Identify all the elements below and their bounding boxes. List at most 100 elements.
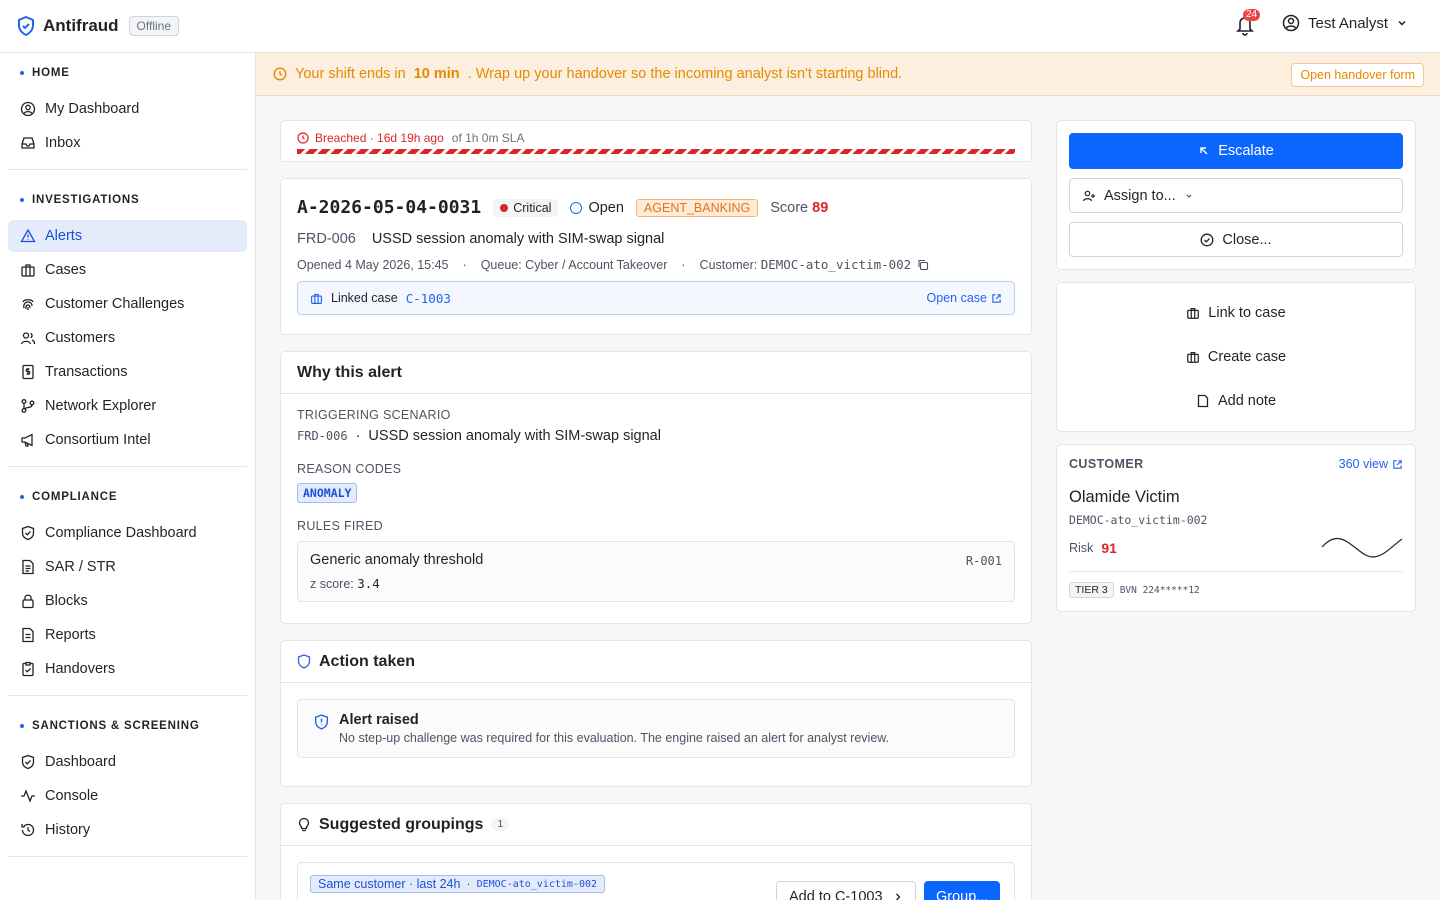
rule-z-score: z score: 3.4 bbox=[310, 576, 380, 591]
user-menu[interactable]: Test Analyst bbox=[1282, 14, 1408, 32]
sidebar-item-label: My Dashboard bbox=[45, 101, 140, 117]
brand[interactable]: Antifraud Offline bbox=[0, 16, 180, 36]
sidebar-item-inbox[interactable]: Inbox bbox=[8, 127, 247, 159]
shield-check-icon bbox=[20, 525, 36, 541]
alert-triangle-icon bbox=[20, 228, 36, 244]
sla-card: Breached · 16d 19h ago of 1h 0m SLA bbox=[280, 120, 1032, 162]
sidebar-section-title: INVESTIGATIONS bbox=[8, 180, 247, 220]
sidebar-item-label: Compliance Dashboard bbox=[45, 525, 197, 541]
sidebar-item-reports[interactable]: Reports bbox=[8, 619, 247, 651]
sidebar-item-label: Reports bbox=[45, 627, 96, 643]
users-icon bbox=[20, 330, 36, 346]
alert-raised-title: Alert raised bbox=[339, 712, 419, 728]
sidebar-section-title: HOME bbox=[8, 53, 247, 93]
rule-id: R-001 bbox=[965, 554, 1002, 568]
file-icon bbox=[20, 627, 36, 643]
app-title: Antifraud bbox=[43, 16, 119, 35]
sidebar-item-label: Customers bbox=[45, 330, 116, 346]
clock-icon bbox=[297, 132, 309, 144]
sidebar-item-network-explorer[interactable]: Network Explorer bbox=[8, 390, 247, 422]
sidebar-section-investigations: INVESTIGATIONS Alerts Cases Customer Cha… bbox=[0, 180, 255, 456]
sidebar-item-transactions[interactable]: Transactions bbox=[8, 356, 247, 388]
scenario-code: FRD-006 bbox=[297, 231, 356, 247]
fingerprint-icon bbox=[20, 296, 36, 312]
status-indicator: Open bbox=[570, 200, 624, 216]
customer-card: CUSTOMER 360 view Olamide Victim DEMOC-a… bbox=[1056, 444, 1416, 612]
group-button[interactable]: Group... bbox=[924, 881, 1001, 900]
risk-sparkline bbox=[1321, 537, 1403, 558]
linked-case-label: Linked case bbox=[331, 291, 398, 305]
tier-badge: TIER 3 bbox=[1069, 582, 1114, 598]
customer-name[interactable]: Olamide Victim bbox=[1069, 488, 1403, 507]
scenario-title: USSD session anomaly with SIM-swap signa… bbox=[368, 428, 661, 444]
rule-item: Generic anomaly threshold R-001 z score:… bbox=[297, 541, 1015, 602]
sidebar-item-sar-str[interactable]: SAR / STR bbox=[8, 551, 247, 583]
sidebar-item-history[interactable]: History bbox=[8, 814, 247, 846]
sidebar-section-title: SANCTIONS & SCREENING bbox=[8, 706, 247, 746]
clock-icon bbox=[273, 67, 287, 81]
sidebar-item-customers[interactable]: Customers bbox=[8, 322, 247, 354]
sidebar-item-label: Handovers bbox=[45, 661, 116, 677]
sidebar-item-label: Dashboard bbox=[45, 754, 116, 770]
chevron-right-icon bbox=[895, 893, 900, 900]
sidebar-item-my-dashboard[interactable]: My Dashboard bbox=[8, 93, 247, 125]
close-alert-button[interactable]: Close... bbox=[1069, 222, 1403, 257]
sidebar-item-blocks[interactable]: Blocks bbox=[8, 585, 247, 617]
sidebar-item-console[interactable]: Console bbox=[8, 780, 247, 812]
shield-logo-icon bbox=[17, 16, 35, 36]
sidebar-item-label: Alerts bbox=[45, 228, 83, 244]
severity-badge: Critical bbox=[493, 198, 559, 217]
sla-target: of 1h 0m SLA bbox=[451, 131, 525, 145]
create-case-button[interactable]: Create case bbox=[1057, 335, 1415, 379]
sidebar-item-label: SAR / STR bbox=[45, 559, 116, 575]
clipboard-check-icon bbox=[20, 661, 36, 677]
360-view-link[interactable]: 360 view bbox=[1339, 457, 1403, 471]
customer-ref: Customer: DEMOC-ato_victim-002 bbox=[699, 257, 912, 272]
alert-id: A-2026-05-04-0031 bbox=[297, 197, 482, 218]
connection-status-badge: Offline bbox=[128, 16, 180, 36]
sidebar-item-sanctions-dashboard[interactable]: Dashboard bbox=[8, 746, 247, 778]
add-note-button[interactable]: Add note bbox=[1057, 379, 1415, 423]
open-handover-form-button[interactable]: Open handover form bbox=[1291, 63, 1424, 87]
sidebar-item-handovers[interactable]: Handovers bbox=[8, 653, 247, 685]
triggering-scenario-label: TRIGGERING SCENARIO bbox=[297, 408, 451, 422]
open-circle-icon bbox=[570, 201, 583, 214]
escalate-button[interactable]: Escalate bbox=[1069, 133, 1403, 169]
alert-summary-card: A-2026-05-04-0031 Critical Open AGENT_BA… bbox=[280, 178, 1032, 335]
bvn: BVN 224*****12 bbox=[1119, 584, 1200, 596]
copy-icon[interactable] bbox=[917, 259, 929, 271]
sidebar-item-label: Consortium Intel bbox=[45, 432, 151, 448]
sidebar-item-consortium-intel[interactable]: Consortium Intel bbox=[8, 424, 247, 456]
sidebar-item-compliance-dashboard[interactable]: Compliance Dashboard bbox=[8, 517, 247, 549]
banner-text-after: . Wrap up your handover so the incoming … bbox=[467, 66, 903, 82]
linked-case-id[interactable]: C-1003 bbox=[406, 291, 451, 306]
receipt-icon bbox=[20, 364, 36, 380]
sidebar-item-customer-challenges[interactable]: Customer Challenges bbox=[8, 288, 247, 320]
sidebar-item-label: Blocks bbox=[45, 593, 88, 609]
action-taken-card: Action taken Alert raised No step-up cha… bbox=[280, 640, 1032, 787]
primary-actions-card: Escalate Assign to... Close... bbox=[1056, 120, 1416, 270]
note-icon bbox=[1197, 394, 1209, 408]
open-case-link[interactable]: Open case bbox=[927, 291, 1002, 305]
sidebar-item-label: Transactions bbox=[45, 364, 128, 380]
user-circle-icon bbox=[1282, 14, 1300, 32]
external-link-icon bbox=[1393, 459, 1402, 469]
scenario-title: USSD session anomaly with SIM-swap signa… bbox=[371, 231, 665, 247]
briefcase-icon bbox=[310, 292, 323, 305]
sla-status: Breached · 16d 19h ago bbox=[315, 131, 444, 145]
chevron-down-icon bbox=[1186, 194, 1192, 198]
add-to-case-button[interactable]: Add to C-1003 bbox=[776, 881, 916, 900]
reason-code-badge: ANOMALY bbox=[297, 483, 358, 503]
briefcase-icon bbox=[20, 262, 36, 278]
rules-fired-label: RULES FIRED bbox=[297, 519, 383, 533]
card-title: Why this alert bbox=[281, 352, 1031, 394]
grouping-chip: Same customer · last 24h · DEMOC-ato_victi… bbox=[310, 875, 606, 893]
sidebar-section-sanctions: SANCTIONS & SCREENING Dashboard Console … bbox=[0, 706, 255, 846]
sidebar-item-alerts[interactable]: Alerts bbox=[8, 220, 247, 252]
sidebar-divider bbox=[8, 169, 247, 170]
assign-to-dropdown[interactable]: Assign to... bbox=[1069, 178, 1403, 213]
card-title: Action taken bbox=[319, 652, 416, 670]
sidebar-item-cases[interactable]: Cases bbox=[8, 254, 247, 286]
link-to-case-button[interactable]: Link to case bbox=[1057, 291, 1415, 335]
sidebar-divider bbox=[8, 466, 247, 467]
